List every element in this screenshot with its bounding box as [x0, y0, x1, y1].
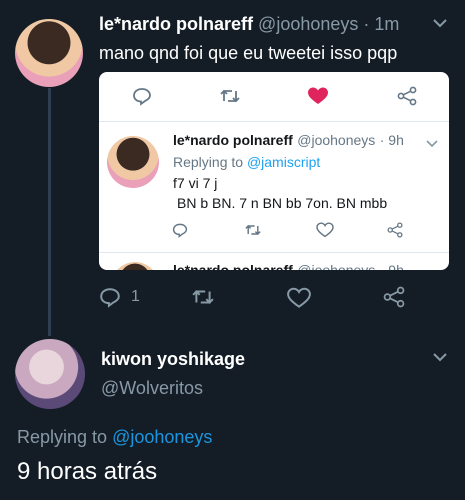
quoted-tweet-card[interactable]: le*nardo polnareff @joohoneys · 9h Reply…: [99, 72, 449, 270]
author-name[interactable]: le*nardo polnareff: [173, 262, 293, 270]
chevron-down-icon[interactable]: [432, 350, 448, 369]
divider: [99, 121, 449, 122]
tweet-time[interactable]: · 9h: [380, 132, 404, 148]
tweet-header: le*nardo polnareff @joohoneys · 1m: [99, 14, 399, 35]
retweet-icon[interactable]: [244, 222, 262, 243]
author-handle[interactable]: @joohoneys: [297, 132, 375, 148]
replying-to: Replying to @joohoneys: [17, 427, 213, 447]
thread-line: [48, 88, 51, 336]
author-name[interactable]: kiwon yoshikage: [101, 349, 245, 370]
author-handle[interactable]: @joohoneys: [297, 262, 375, 270]
avatar[interactable]: [15, 19, 83, 87]
retweet-icon[interactable]: [190, 286, 216, 313]
reply-count: 1: [131, 288, 140, 305]
share-icon[interactable]: [397, 86, 417, 111]
tweet-header: le*nardo polnareff @joohoneys · 9h: [173, 132, 404, 150]
replying-to: Replying to @jamiscript: [173, 154, 321, 170]
author-handle[interactable]: @Wolveritos: [101, 378, 203, 399]
divider: [99, 252, 449, 253]
reply-icon[interactable]: [132, 86, 152, 111]
tweet-text: mano qnd foi que eu tweetei isso pqp: [99, 43, 398, 63]
author-name[interactable]: le*nardo polnareff: [99, 14, 253, 34]
avatar[interactable]: [111, 262, 159, 270]
retweet-icon[interactable]: [219, 86, 241, 111]
avatar[interactable]: [15, 339, 85, 409]
tweet-text-line: BN b BN. 7 n BN bb 7on. BN mbb: [177, 195, 388, 211]
author-name[interactable]: le*nardo polnareff: [173, 132, 293, 148]
avatar[interactable]: [107, 136, 159, 188]
heart-icon[interactable]: [316, 222, 334, 243]
share-icon[interactable]: [383, 286, 405, 313]
reply-icon[interactable]: [172, 222, 188, 243]
chevron-down-icon[interactable]: [426, 135, 438, 153]
tweet-time[interactable]: · 9h: [380, 262, 404, 270]
mention-link[interactable]: @joohoneys: [112, 427, 212, 447]
author-handle[interactable]: @joohoneys: [258, 14, 358, 34]
chevron-down-icon[interactable]: [432, 16, 448, 35]
heart-icon[interactable]: [287, 287, 311, 314]
tweet-header: le*nardo polnareff @joohoneys · 9h: [173, 262, 404, 270]
heart-icon[interactable]: [307, 86, 329, 111]
reply-button[interactable]: 1: [99, 286, 140, 308]
reply-icon: [100, 288, 120, 308]
tweet-time[interactable]: · 1m: [363, 14, 399, 34]
mention-link[interactable]: @jamiscript: [247, 154, 320, 170]
tweet-text-line: f7 vi 7 j: [173, 175, 218, 191]
share-icon[interactable]: [387, 222, 403, 243]
tweet-text: 9 horas atrás: [17, 458, 158, 485]
